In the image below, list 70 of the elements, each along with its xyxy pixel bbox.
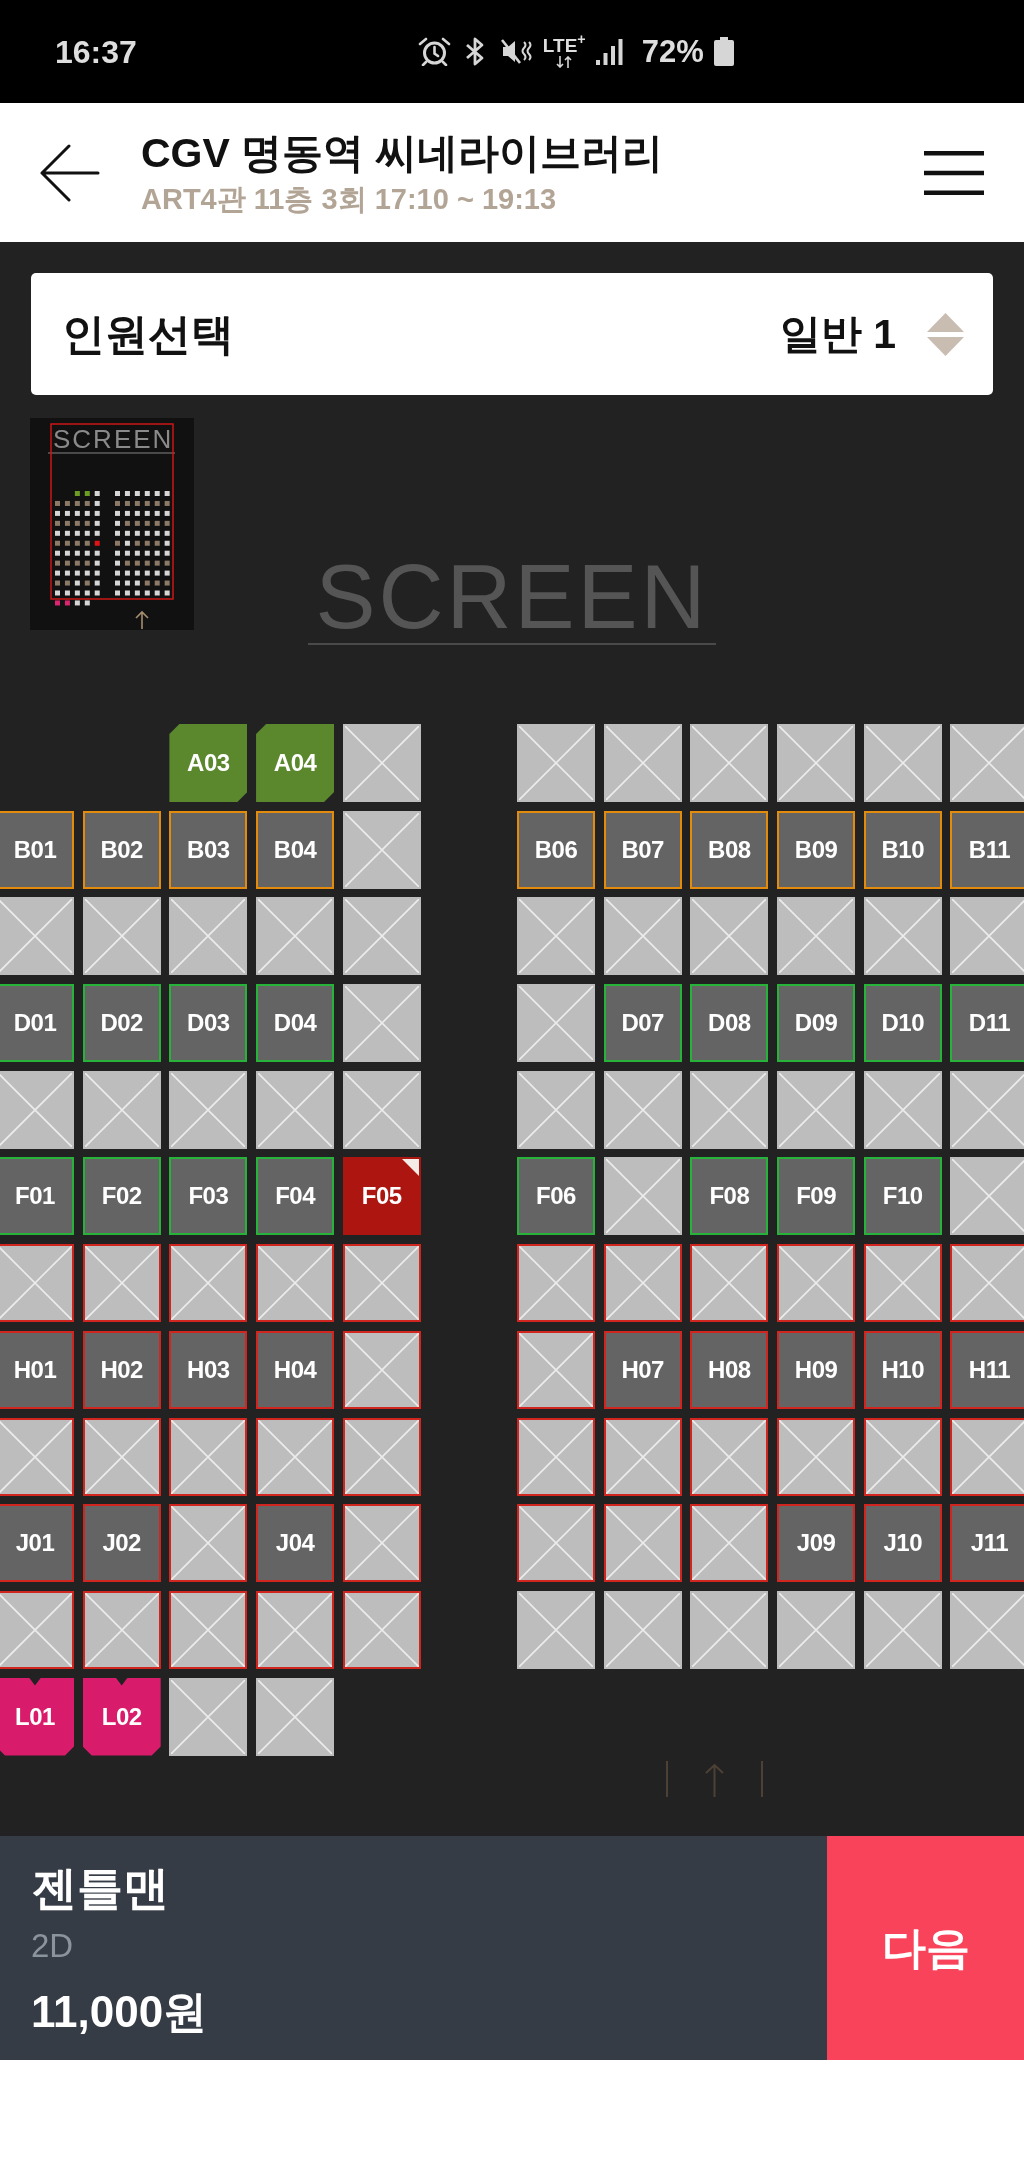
seat[interactable]: B03 bbox=[169, 810, 248, 889]
alarm-icon bbox=[417, 37, 451, 66]
corner-triangle-icon bbox=[401, 1159, 419, 1177]
seat[interactable]: H03 bbox=[169, 1330, 248, 1409]
seat[interactable]: B02 bbox=[82, 810, 161, 889]
network-type: LTE$^{+}$ bbox=[542, 35, 586, 55]
seat[interactable]: D08 bbox=[690, 984, 769, 1063]
seat[interactable]: L01 bbox=[0, 1677, 74, 1756]
seat[interactable]: F04 bbox=[256, 1157, 335, 1236]
seat[interactable]: D02 bbox=[82, 984, 161, 1063]
seat[interactable]: B07 bbox=[603, 810, 682, 889]
seat[interactable]: F02 bbox=[82, 1157, 161, 1236]
price: 11,000원 bbox=[31, 1986, 209, 2038]
seat[interactable]: B04 bbox=[256, 810, 335, 889]
seat[interactable]: B01 bbox=[0, 810, 74, 889]
data-arrows-icon bbox=[556, 55, 573, 68]
up-arrow-icon bbox=[135, 610, 149, 630]
seat[interactable]: F06 bbox=[517, 1157, 595, 1236]
seat[interactable]: F03 bbox=[169, 1157, 248, 1236]
seat[interactable]: H02 bbox=[82, 1330, 161, 1409]
seat[interactable]: J11 bbox=[950, 1504, 1024, 1583]
seat[interactable]: B08 bbox=[690, 810, 769, 889]
seat[interactable]: J10 bbox=[863, 1504, 942, 1583]
seat[interactable]: J02 bbox=[82, 1504, 161, 1583]
seat[interactable]: D03 bbox=[169, 984, 248, 1063]
seat[interactable]: B10 bbox=[863, 810, 942, 889]
seat[interactable]: H11 bbox=[950, 1330, 1024, 1409]
seat[interactable]: D04 bbox=[256, 984, 335, 1063]
seat[interactable]: F09 bbox=[777, 1157, 856, 1236]
seat[interactable]: F01 bbox=[0, 1157, 74, 1236]
seat[interactable]: D01 bbox=[0, 984, 74, 1063]
status-time: 16:37 bbox=[55, 35, 137, 68]
seat[interactable]: H09 bbox=[777, 1330, 856, 1409]
headcount-label: 인원선택 bbox=[62, 312, 234, 356]
movie-title: 젠틀맨 bbox=[31, 1862, 170, 1914]
seat-minimap[interactable]: SCREEN bbox=[30, 418, 194, 630]
headcount-card[interactable]: 인원선택 일반 1 bbox=[31, 273, 993, 395]
mute-icon bbox=[500, 37, 532, 66]
seat[interactable]: D07 bbox=[603, 984, 682, 1063]
seat[interactable]: H04 bbox=[256, 1330, 335, 1409]
headcount-value[interactable]: 일반 1 bbox=[779, 313, 896, 355]
seat[interactable]: F10 bbox=[863, 1157, 942, 1236]
back-arrow-icon[interactable] bbox=[39, 143, 100, 202]
seat[interactable]: J04 bbox=[256, 1504, 335, 1583]
seat[interactable]: L02 bbox=[82, 1677, 161, 1756]
seat[interactable]: J09 bbox=[777, 1504, 856, 1583]
seat[interactable]: B11 bbox=[950, 810, 1024, 889]
cinema-title: CGV 명동역 씨네라이브러리 bbox=[141, 128, 663, 177]
seat[interactable]: A04 bbox=[256, 724, 335, 802]
seat[interactable]: F08 bbox=[690, 1157, 769, 1236]
menu-icon[interactable] bbox=[924, 150, 984, 195]
seat[interactable]: D11 bbox=[950, 984, 1024, 1063]
minimap-screen-label: SCREEN bbox=[53, 426, 174, 452]
seat[interactable]: D10 bbox=[863, 984, 942, 1063]
seat[interactable]: H01 bbox=[0, 1330, 74, 1409]
signal-icon bbox=[595, 38, 623, 65]
seat[interactable]: B06 bbox=[517, 810, 595, 889]
showtime-info: ART4관 11층 3회 17:10 ~ 19:13 bbox=[141, 181, 558, 217]
seat[interactable]: F05 bbox=[342, 1157, 421, 1236]
seat[interactable]: H10 bbox=[863, 1330, 942, 1409]
movie-format: 2D bbox=[31, 1926, 75, 1966]
seat[interactable]: H08 bbox=[690, 1330, 769, 1409]
next-button[interactable]: 다음 bbox=[827, 1836, 1024, 2060]
seat[interactable]: J01 bbox=[0, 1504, 74, 1583]
battery-icon bbox=[712, 37, 735, 66]
seat[interactable]: D09 bbox=[777, 984, 856, 1063]
seat[interactable]: H07 bbox=[603, 1330, 682, 1409]
battery-percent: 72% bbox=[641, 36, 704, 67]
seat[interactable]: B09 bbox=[777, 810, 856, 889]
seat[interactable]: A03 bbox=[169, 724, 248, 802]
